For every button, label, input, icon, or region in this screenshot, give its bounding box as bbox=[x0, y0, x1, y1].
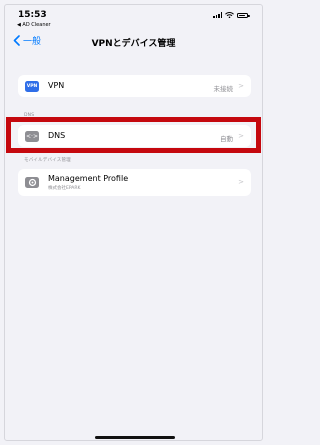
home-indicator[interactable] bbox=[95, 436, 175, 439]
profile-organization: 株式会社EPARK bbox=[48, 186, 81, 191]
phone-screen: 15:53 ◀ AD Cleaner 一般 VPNとデバイス管理 VPN VPN… bbox=[4, 4, 263, 441]
signal-icon bbox=[213, 12, 222, 18]
vpn-icon: VPN bbox=[25, 80, 39, 92]
navigation-bar: 一般 VPNとデバイス管理 bbox=[5, 32, 262, 54]
chevron-right-icon: > bbox=[238, 178, 244, 186]
profile-section-header: モバイルデバイス管理 bbox=[24, 158, 71, 163]
vpn-group: VPN VPN 未接続 > bbox=[18, 75, 251, 97]
page-title: VPNとデバイス管理 bbox=[91, 39, 176, 49]
wifi-icon bbox=[225, 12, 234, 18]
dns-highlight-box bbox=[6, 117, 261, 153]
status-time: 15:53 bbox=[18, 10, 47, 20]
vpn-row[interactable]: VPN VPN 未接続 > bbox=[18, 75, 251, 97]
status-icons bbox=[213, 12, 250, 18]
vpn-label: VPN bbox=[48, 81, 65, 90]
vpn-status-value: 未接続 bbox=[213, 84, 234, 93]
gear-icon bbox=[25, 177, 39, 188]
profile-label: Management Profile bbox=[48, 173, 129, 183]
management-profile-row[interactable]: Management Profile 株式会社EPARK > bbox=[18, 169, 251, 196]
chevron-right-icon: > bbox=[238, 81, 244, 90]
battery-icon bbox=[237, 13, 250, 18]
profile-group: Management Profile 株式会社EPARK > bbox=[18, 169, 251, 196]
status-bar: 15:53 ◀ AD Cleaner bbox=[5, 5, 262, 29]
back-to-app-link[interactable]: ◀ AD Cleaner bbox=[17, 22, 51, 28]
